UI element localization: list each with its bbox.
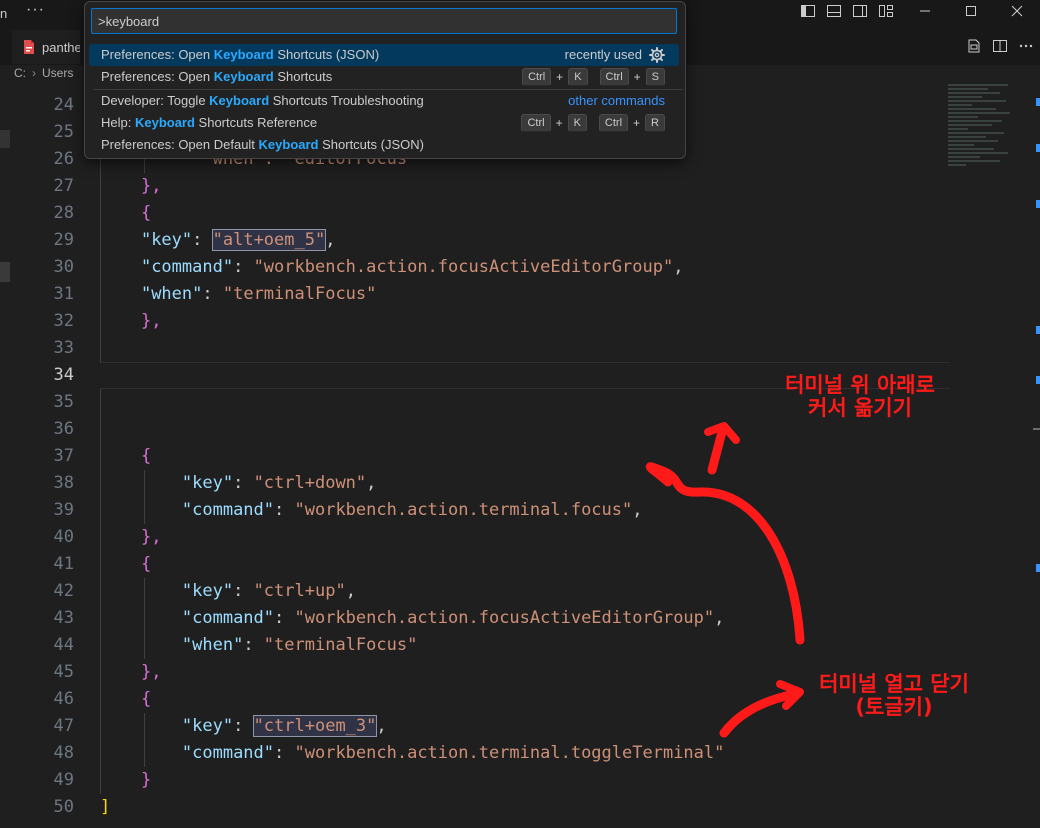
command-label: Shortcuts (273, 69, 333, 84)
key-cap: K (567, 114, 587, 132)
key-plus: + (556, 70, 564, 84)
annotation-line: 커서 옮기기 (808, 396, 912, 420)
arrow-up-small-annotation (707, 427, 727, 475)
key-cap: K (568, 68, 588, 86)
command-palette: Preferences: Open Keyboard Shortcuts (JS… (84, 1, 686, 159)
command-label: Shortcuts Troubleshooting (269, 93, 424, 108)
key-cap: Ctrl (598, 114, 629, 132)
command-label: Shortcuts (JSON) (273, 47, 380, 62)
annotation-cursor-move: 터미널 위 아래로 커서 옮기기 (770, 374, 950, 420)
other-commands-label: other commands (568, 93, 665, 108)
key-cap: Ctrl (599, 68, 629, 86)
key-plus: + (633, 116, 641, 130)
command-label-match: Keyboard (213, 69, 274, 84)
command-label: Shortcuts (JSON) (318, 137, 424, 152)
key-plus: + (633, 70, 641, 84)
arrow-right-annotation (719, 689, 800, 738)
command-label: Preferences: Open Default (101, 137, 259, 152)
command-item-toggle-keyboard-shortcuts-troubleshooting[interactable]: Developer: Toggle Keyboard Shortcuts Tro… (89, 90, 679, 112)
command-label: Help: (101, 115, 135, 130)
command-label: Preferences: Open (101, 69, 214, 84)
key-plus: + (555, 116, 563, 130)
command-label-match: Keyboard (258, 137, 319, 152)
arrow-up-annotation (645, 462, 805, 645)
command-palette-input[interactable] (91, 8, 677, 34)
key-cap: R (645, 114, 665, 132)
command-label-match: Keyboard (134, 115, 195, 130)
annotation-line: (토글키) (855, 695, 933, 719)
key-cap: Ctrl (522, 68, 552, 86)
command-item-open-keyboard-shortcuts-json[interactable]: Preferences: Open Keyboard Shortcuts (JS… (89, 44, 679, 66)
command-label-match: Keyboard (213, 47, 274, 62)
command-item-open-keyboard-shortcuts[interactable]: Preferences: Open Keyboard Shortcuts Ctr… (89, 66, 679, 88)
key-cap: Ctrl (521, 114, 551, 132)
annotation-line: 터미널 위 아래로 (785, 373, 935, 397)
command-label: Shortcuts Reference (194, 115, 318, 130)
command-item-keyboard-shortcuts-reference[interactable]: Help: Keyboard Shortcuts Reference Ctrl +… (89, 112, 679, 134)
command-palette-list: Preferences: Open Keyboard Shortcuts (JS… (89, 44, 683, 156)
annotation-line: 터미널 열고 닫기 (819, 672, 969, 696)
keybinding: Ctrl + K Ctrl + S (522, 66, 665, 88)
recently-used-label: recently used (564, 47, 642, 62)
key-cap: S (645, 68, 665, 86)
command-item-open-default-keyboard-shortcuts-json[interactable]: Preferences: Open Default Keyboard Short… (89, 134, 679, 156)
command-label-match: Keyboard (209, 93, 270, 108)
command-label: Developer: Toggle (101, 93, 210, 108)
gear-icon[interactable] (649, 47, 665, 63)
annotation-toggle-terminal: 터미널 열고 닫기 (토글키) (804, 673, 984, 719)
keybinding: Ctrl + K Ctrl + R (521, 112, 665, 134)
command-label: Preferences: Open (101, 47, 214, 62)
